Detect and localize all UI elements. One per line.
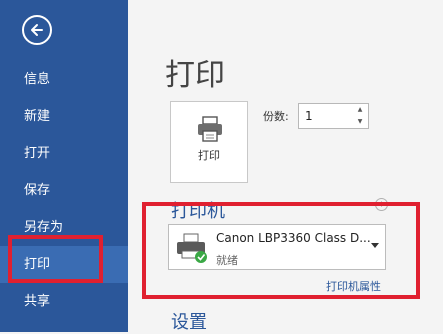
printer-icon bbox=[198, 116, 222, 142]
copies-stepper[interactable]: 1 ▲ ▼ bbox=[298, 103, 369, 129]
spin-down-icon[interactable]: ▼ bbox=[355, 117, 365, 127]
copies-label: 份数: bbox=[263, 110, 289, 123]
settings-section-title: 设置 bbox=[171, 312, 207, 333]
sidebar-item-save[interactable]: 保存 bbox=[0, 172, 128, 209]
back-button[interactable] bbox=[22, 15, 52, 45]
sidebar-item-share[interactable]: 共享 bbox=[0, 283, 128, 320]
sidebar-item-info[interactable]: 信息 bbox=[0, 61, 128, 98]
print-button[interactable]: 打印 bbox=[170, 101, 248, 183]
copies-value: 1 bbox=[305, 109, 313, 123]
page-title: 打印 bbox=[165, 58, 225, 93]
highlight-box-print-nav bbox=[8, 235, 103, 283]
highlight-box-printer bbox=[142, 202, 420, 299]
spin-up-icon[interactable]: ▲ bbox=[355, 105, 365, 115]
print-button-label: 打印 bbox=[198, 149, 220, 162]
back-arrow-icon bbox=[31, 24, 43, 36]
sidebar-item-open[interactable]: 打开 bbox=[0, 135, 128, 172]
sidebar-item-new[interactable]: 新建 bbox=[0, 98, 128, 135]
